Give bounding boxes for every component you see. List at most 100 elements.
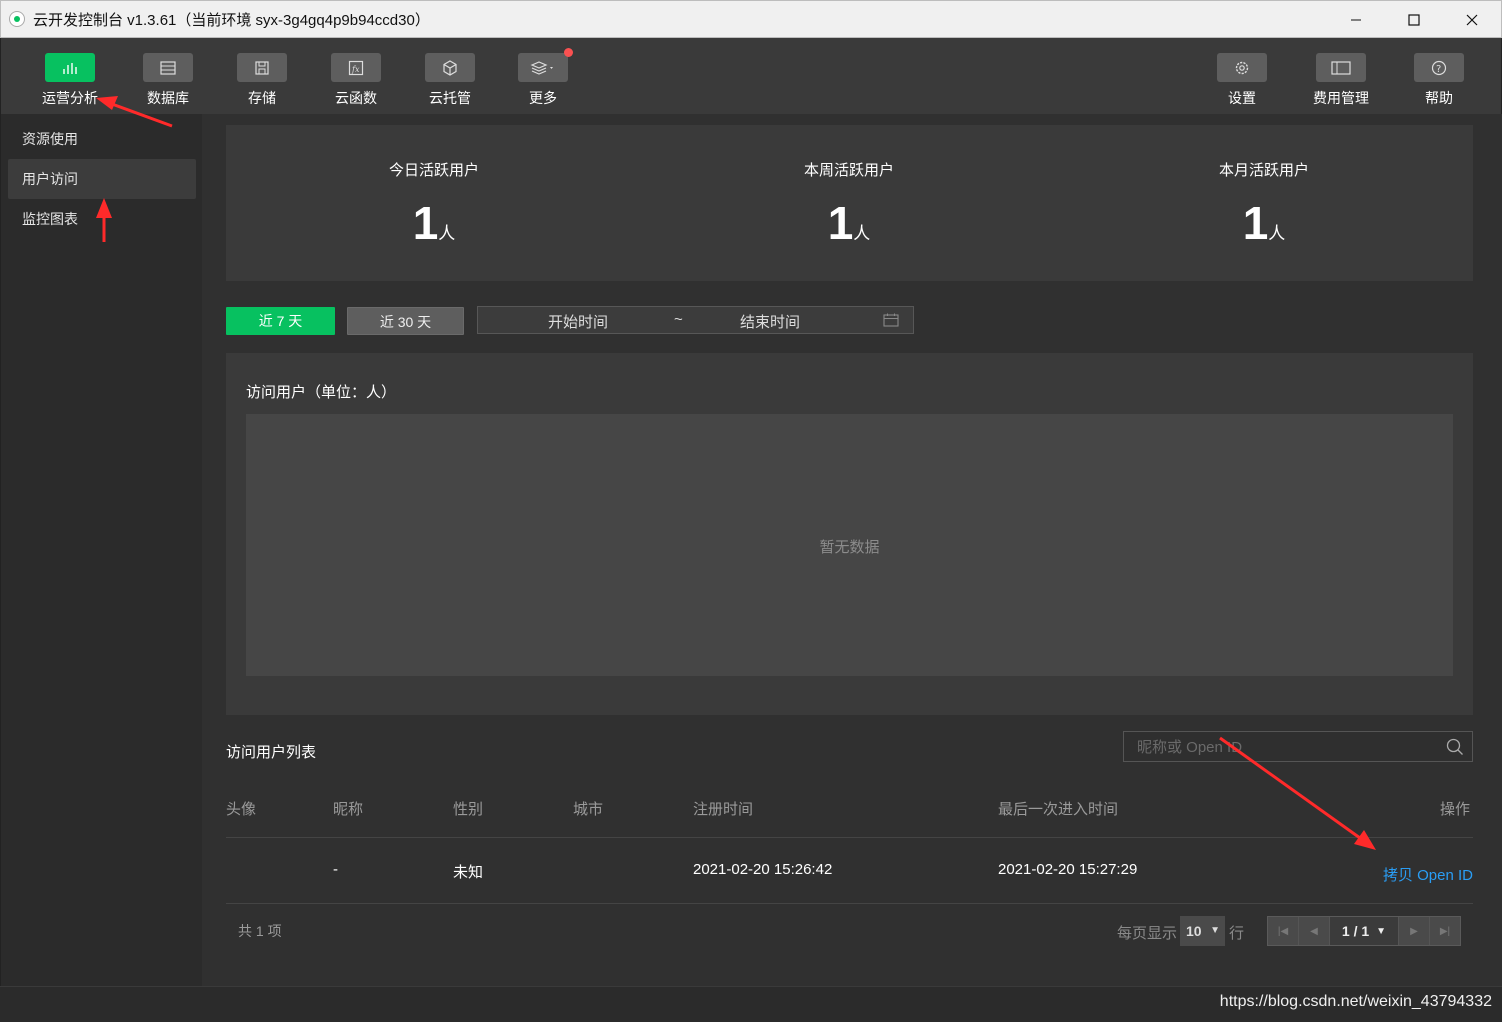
search-input[interactable] <box>1137 736 1437 758</box>
main-content: 今日活跃用户 1人 本周活跃用户 1人 本月活跃用户 1人 近 7 天 近 30… <box>202 114 1502 986</box>
close-button[interactable] <box>1443 1 1501 39</box>
stat-number: 1 <box>827 197 854 249</box>
first-page-icon: |◀ <box>1277 925 1289 937</box>
column-header-action: 操作 <box>1440 801 1471 818</box>
visits-chart-panel: 访问用户（单位：人） 暂无数据 <box>226 353 1473 715</box>
stat-weekly-active: 本周活跃用户 1人 <box>749 159 949 250</box>
tool-label: 存储 <box>248 90 276 106</box>
column-header-registered: 注册时间 <box>693 801 754 818</box>
tool-label: 费用管理 <box>1313 90 1369 106</box>
cell-last-visit: 2021-02-20 15:27:29 <box>998 861 1138 878</box>
stat-unit: 人 <box>853 224 871 243</box>
tool-label: 设置 <box>1228 90 1256 106</box>
column-header-nickname: 昵称 <box>333 801 364 818</box>
stat-value: 1人 <box>749 196 949 250</box>
per-page-select[interactable]: 10 ▼ <box>1180 916 1225 946</box>
page-indicator: 1 / 1 <box>1341 923 1370 939</box>
date-separator: ~ <box>674 311 683 328</box>
per-page-label: 每页显示 <box>1117 925 1178 942</box>
table-divider <box>226 903 1473 904</box>
search-icon[interactable] <box>1446 738 1464 756</box>
tool-label: 帮助 <box>1425 90 1453 106</box>
stat-value: 1人 <box>334 196 534 250</box>
column-header-avatar: 头像 <box>226 801 257 818</box>
close-icon <box>1466 14 1478 26</box>
sidebar: 资源使用 用户访问 监控图表 <box>0 114 202 986</box>
cube-icon <box>425 53 475 82</box>
last-page-icon: ▶| <box>1439 925 1451 937</box>
tool-label: 云托管 <box>429 90 471 106</box>
maximize-button[interactable] <box>1385 1 1443 39</box>
prev-page-icon: ◀ <box>1310 925 1318 937</box>
tool-label: 数据库 <box>147 90 189 106</box>
database-icon <box>143 53 193 82</box>
start-date-field[interactable]: 开始时间 <box>548 311 608 332</box>
date-range-picker[interactable]: 开始时间 ~ 结束时间 <box>477 306 914 334</box>
function-icon: fx <box>331 53 381 82</box>
stat-number: 1 <box>1242 197 1269 249</box>
next-page-button[interactable]: ▶ <box>1398 917 1429 945</box>
tool-label: 更多 <box>529 90 557 106</box>
column-header-last-visit: 最后一次进入时间 <box>998 801 1119 818</box>
stat-monthly-active: 本月活跃用户 1人 <box>1164 159 1364 250</box>
stat-unit: 人 <box>438 224 456 243</box>
copy-openid-link[interactable]: 拷贝 Open ID <box>1383 864 1473 885</box>
tool-storage[interactable]: 存储 <box>225 53 299 108</box>
range-30-days-button[interactable]: 近 30 天 <box>347 307 464 335</box>
stat-label: 本周活跃用户 <box>803 162 894 179</box>
billing-icon <box>1316 53 1366 82</box>
range-7-days-button[interactable]: 近 7 天 <box>226 307 335 335</box>
first-page-button[interactable]: |◀ <box>1268 917 1299 945</box>
stat-label: 今日活跃用户 <box>388 162 479 179</box>
user-search[interactable] <box>1123 731 1473 762</box>
per-page-suffix: 行 <box>1229 925 1245 942</box>
active-user-stats: 今日活跃用户 1人 本周活跃用户 1人 本月活跃用户 1人 <box>226 125 1473 281</box>
cell-gender: 未知 <box>453 864 484 881</box>
bar-chart-icon <box>45 53 95 82</box>
total-count: 共 1 项 <box>238 923 282 939</box>
app-logo-icon <box>9 11 25 27</box>
cell-registered: 2021-02-20 15:26:42 <box>693 861 833 878</box>
window-title: 云开发控制台 v1.3.61（当前环境 syx-3g4gq4p9b94ccd30… <box>33 11 430 29</box>
column-header-gender: 性别 <box>453 801 484 818</box>
maximize-icon <box>1408 14 1420 26</box>
user-list-title: 访问用户列表 <box>226 744 317 761</box>
stat-daily-active: 今日活跃用户 1人 <box>334 159 534 250</box>
help-icon: ? <box>1414 53 1464 82</box>
sidebar-item-resource-usage[interactable]: 资源使用 <box>8 119 196 159</box>
watermark-text: https://blog.csdn.net/weixin_43794332 <box>1219 993 1492 1010</box>
tool-billing[interactable]: 费用管理 <box>1304 53 1378 108</box>
tool-label: 运营分析 <box>42 90 98 106</box>
sidebar-item-user-visits[interactable]: 用户访问 <box>8 159 196 199</box>
calendar-icon <box>883 313 899 327</box>
minimize-button[interactable] <box>1327 1 1385 39</box>
tool-help[interactable]: ? 帮助 <box>1402 53 1476 108</box>
minimize-icon <box>1351 19 1361 21</box>
tool-more[interactable]: 更多 <box>506 48 580 108</box>
window-titlebar: 云开发控制台 v1.3.61（当前环境 syx-3g4gq4p9b94ccd30… <box>0 0 1502 38</box>
prev-page-button[interactable]: ◀ <box>1299 917 1330 945</box>
end-date-field[interactable]: 结束时间 <box>740 311 800 332</box>
pagination: |◀ ◀ 1 / 1 ▼ ▶ ▶| <box>1267 916 1461 946</box>
cell-nickname: - <box>333 861 338 878</box>
save-icon <box>237 53 287 82</box>
layers-icon <box>518 48 573 82</box>
tool-database[interactable]: 数据库 <box>131 53 205 108</box>
last-page-button[interactable]: ▶| <box>1429 917 1460 945</box>
tool-settings[interactable]: 设置 <box>1205 53 1279 108</box>
gear-icon <box>1217 53 1267 82</box>
tool-label: 云函数 <box>335 90 377 106</box>
tool-cloud-function[interactable]: fx 云函数 <box>319 53 393 108</box>
svg-text:fx: fx <box>351 65 360 74</box>
stat-number: 1 <box>412 197 439 249</box>
empty-state-text: 暂无数据 <box>819 539 880 556</box>
page-select[interactable]: 1 / 1 ▼ <box>1330 917 1398 945</box>
tool-cloud-hosting[interactable]: 云托管 <box>413 53 487 108</box>
tool-analytics[interactable]: 运营分析 <box>33 53 107 108</box>
chevron-down-icon: ▼ <box>1210 925 1220 936</box>
notification-badge <box>564 48 573 57</box>
stat-label: 本月活跃用户 <box>1218 162 1309 179</box>
table-divider <box>226 837 1473 838</box>
stat-value: 1人 <box>1164 196 1364 250</box>
sidebar-item-monitoring[interactable]: 监控图表 <box>8 199 196 239</box>
